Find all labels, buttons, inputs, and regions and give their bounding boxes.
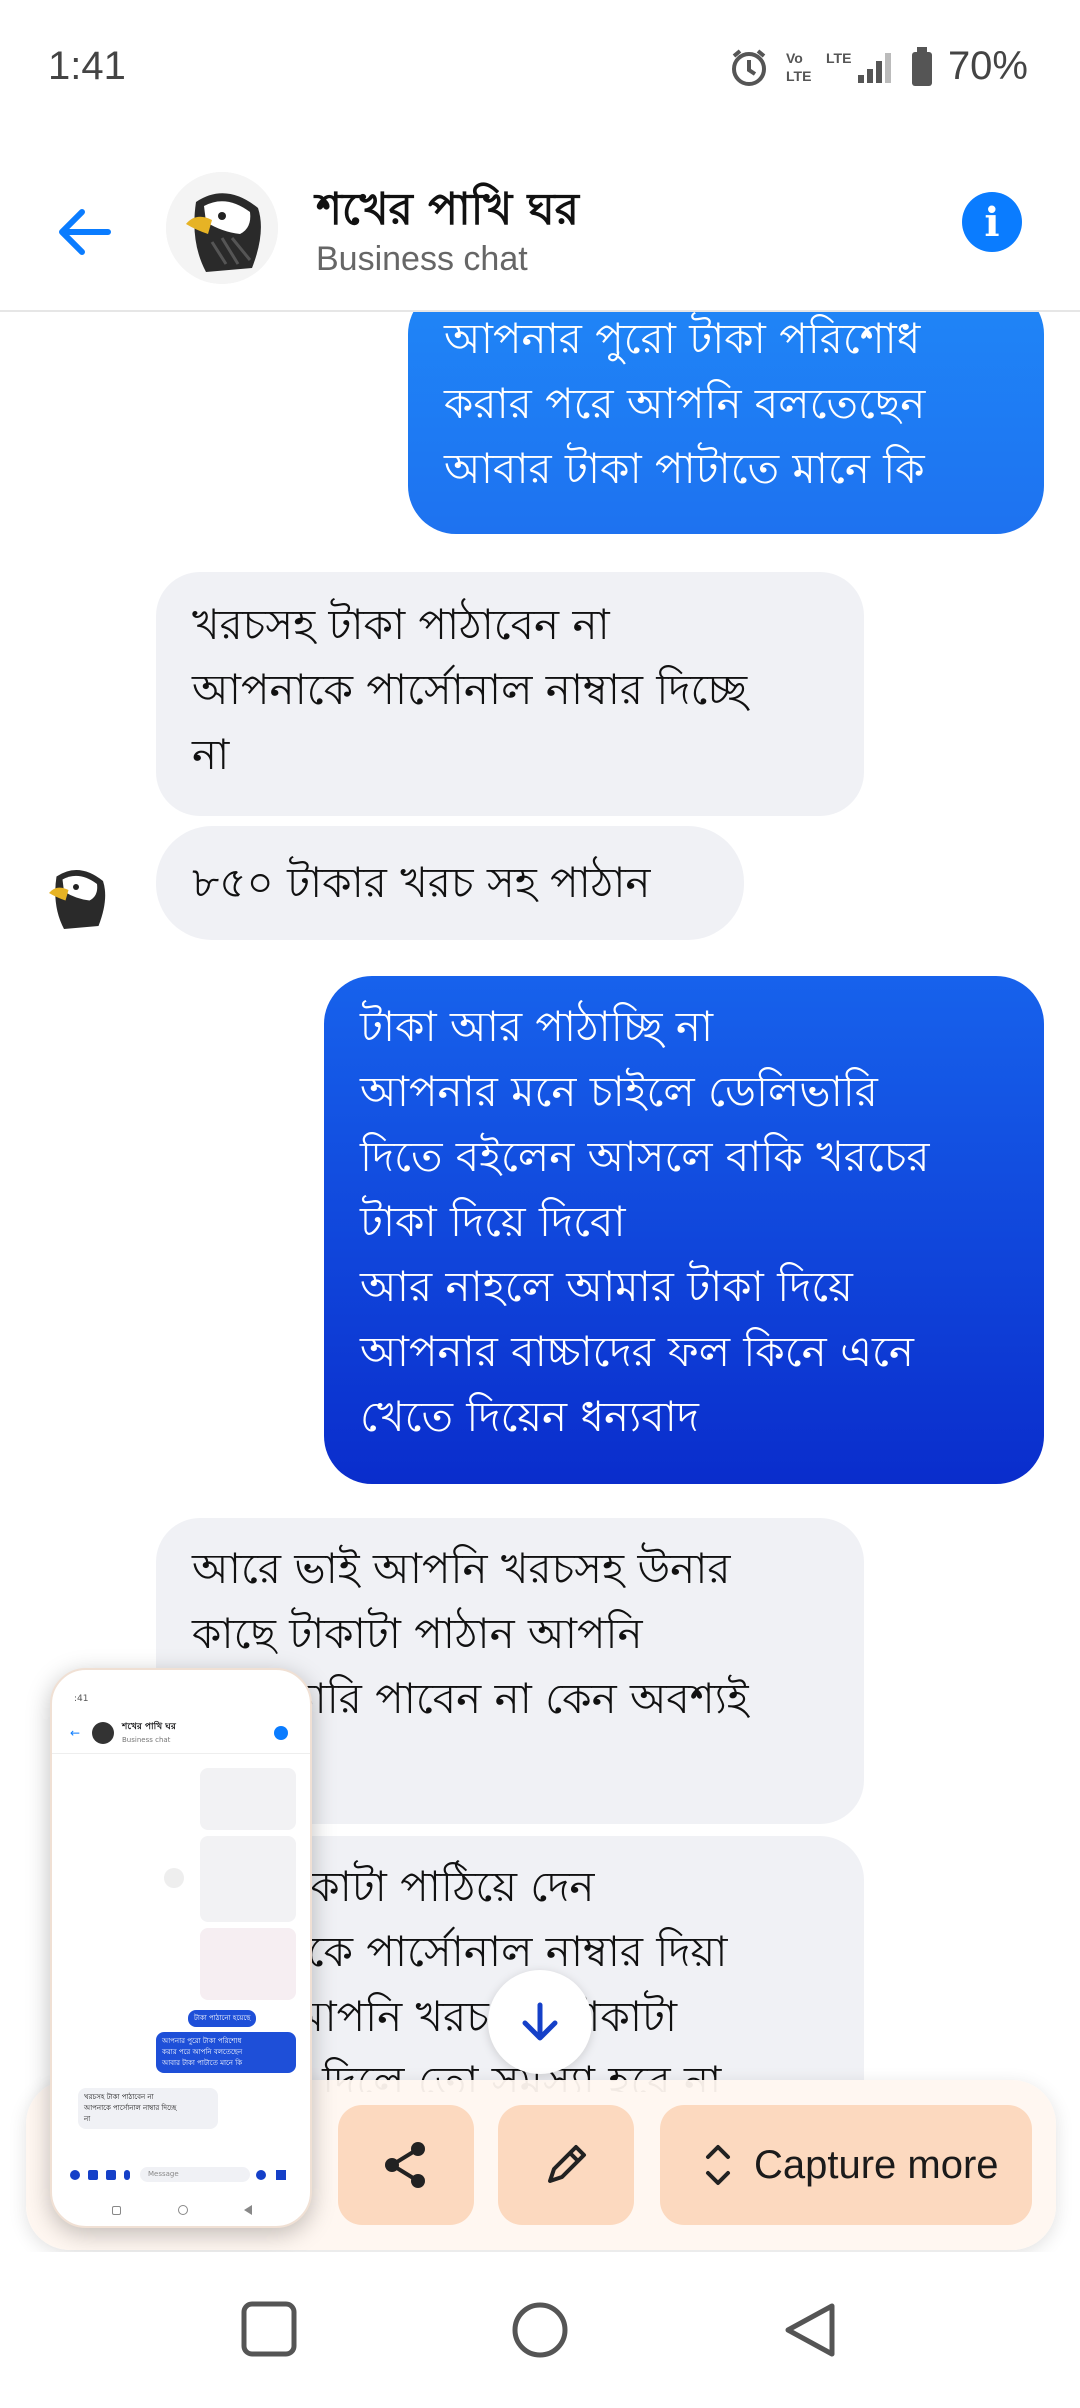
message-bubble-incoming[interactable]: খরচসহ টাকা পাঠাবেন না আপনাকে পার্সোনাল ন… [156, 572, 864, 816]
thumb-header: ← শখের পাখি ঘর Business chat [52, 1714, 310, 1754]
capture-more-label: Capture more [754, 2142, 999, 2187]
message-bubble-incoming[interactable]: ৮৫০ টাকার খরচ সহ পাঠান [156, 826, 744, 940]
expand-vertical-icon [706, 2145, 730, 2185]
edit-button[interactable] [498, 2105, 634, 2225]
thumb-plus-icon [70, 2170, 80, 2180]
thumb-home-icon [177, 2205, 188, 2215]
thumb-camera-icon [88, 2170, 98, 2180]
status-icons: Vo LTE LTE 70% [728, 44, 1028, 89]
battery-icon [910, 46, 934, 88]
svg-text:LTE: LTE [786, 68, 811, 84]
svg-text:Vo: Vo [786, 50, 803, 66]
back-arrow-icon[interactable] [52, 200, 116, 264]
alarm-icon [728, 46, 770, 88]
arrow-down-icon [522, 2002, 558, 2041]
pencil-icon [548, 2145, 586, 2183]
lte-signal-icon: LTE [826, 47, 896, 87]
battery-percent: 70% [947, 44, 1028, 88]
share-button[interactable] [338, 2105, 474, 2225]
back-triangle-icon[interactable] [780, 2300, 838, 2364]
thumb-card [200, 1836, 296, 1922]
thumb-sent-1: টাকা পাঠানো হয়েছে [188, 2010, 257, 2027]
capture-more-button[interactable]: Capture more [660, 2105, 1032, 2225]
thumb-gallery-icon [106, 2170, 116, 2180]
status-bar: 1:41 Vo LTE LTE 70% [0, 0, 1080, 150]
share-icon [385, 2142, 425, 2188]
thumb-time: :41 [74, 1694, 89, 1704]
thumb-avatar [92, 1722, 114, 1744]
thumb-back-icon: ← [70, 1726, 81, 1740]
system-nav-bar [0, 2252, 1080, 2408]
thumb-composer: Message [52, 2160, 310, 2190]
thumb-sent-2: আপনার পুরো টাকা পরিশোধ করার পরে আপনি বলত… [156, 2032, 296, 2073]
svg-text:LTE: LTE [826, 50, 851, 66]
message-bubble-outgoing[interactable]: টাকা আর পাঠাচ্ছি না আপনার মনে চাইলে ডেলি… [324, 976, 1044, 1484]
eagle-avatar[interactable] [166, 172, 278, 284]
message-bubble-outgoing[interactable]: আপনার পুরো টাকা পরিশোধ করার পরে আপনি বলত… [408, 312, 1044, 534]
chat-header: শখের পাখি ঘর Business chat i [0, 150, 1080, 312]
thumb-share-icon [164, 1868, 184, 1888]
status-time: 1:41 [48, 44, 126, 88]
info-icon[interactable]: i [962, 192, 1022, 252]
thumb-card [200, 1768, 296, 1830]
scroll-down-button[interactable] [488, 1970, 592, 2074]
thumb-received-1: খরচসহ টাকা পাঠাবেন না আপনাকে পার্সোনাল ন… [78, 2088, 218, 2129]
thumb-info-icon [274, 1726, 288, 1740]
thumb-navbar [112, 2202, 252, 2218]
chat-subtitle: Business chat [316, 240, 528, 278]
thumb-like-icon [276, 2170, 286, 2180]
sender-avatar[interactable] [34, 854, 118, 938]
thumb-recents-icon [112, 2205, 121, 2215]
thumb-title: শখের পাখি ঘর [122, 1722, 176, 1732]
thumb-mic-icon [124, 2170, 130, 2180]
thumb-subtitle: Business chat [122, 1736, 171, 1744]
screenshot-thumbnail[interactable]: :41 ← শখের পাখি ঘর Business chat টাকা পা… [50, 1668, 312, 2228]
thumb-card [200, 1928, 296, 2000]
home-circle-icon[interactable] [510, 2300, 570, 2364]
thumb-back-icon-nav [244, 2205, 252, 2215]
thumb-emoji-icon [256, 2170, 266, 2180]
thumb-message-input: Message [140, 2167, 250, 2182]
chat-title: শখের পাখি ঘর [316, 184, 579, 235]
volte-icon: Vo LTE [784, 47, 812, 87]
recents-square-icon[interactable] [240, 2300, 298, 2362]
